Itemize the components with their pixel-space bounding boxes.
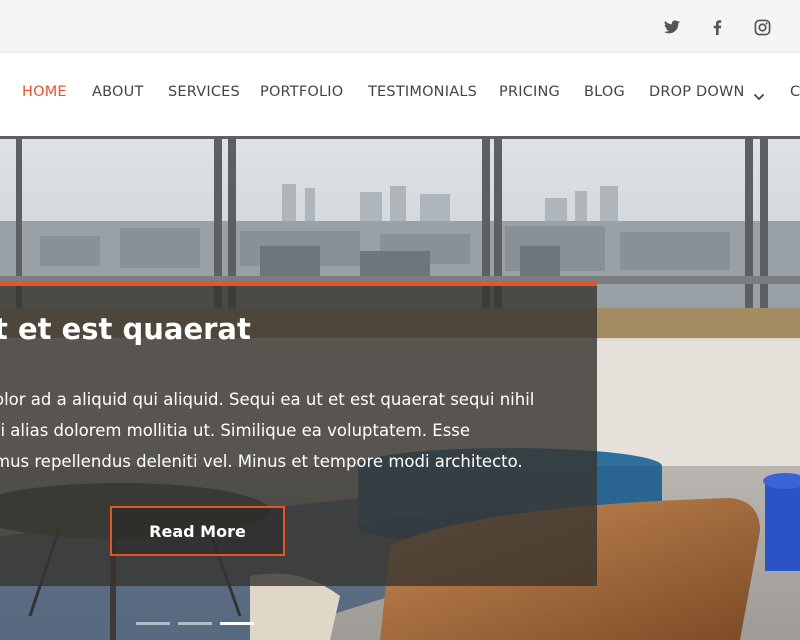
slider-dot-2[interactable] — [178, 622, 212, 625]
hero-caption-panel: t et est quaerat olor ad a aliquid qui a… — [0, 281, 597, 586]
slider-dot-3[interactable] — [220, 622, 254, 625]
nav-item-home[interactable]: HOME — [22, 84, 67, 100]
chevron-down-icon[interactable] — [753, 88, 765, 100]
nav-item-blog[interactable]: BLOG — [584, 84, 625, 100]
hero-text-line-2: ti alias dolorem mollitia ut. Similique … — [0, 421, 471, 440]
hero-text-line-1: olor ad a aliquid qui aliquid. Sequi ea … — [0, 390, 535, 409]
hero-title: t et est quaerat — [0, 312, 251, 346]
hero-slider: t et est quaerat olor ad a aliquid qui a… — [0, 136, 800, 640]
facebook-icon[interactable] — [706, 16, 728, 38]
slider-pagination — [136, 622, 254, 628]
hero-text-line-3: mus repellendus deleniti vel. Minus et t… — [0, 452, 523, 471]
nav-item-testimonials[interactable]: TESTIMONIALS — [368, 84, 477, 100]
slider-dot-1[interactable] — [136, 622, 170, 625]
instagram-icon[interactable] — [751, 16, 773, 38]
main-navigation: HOME ABOUT SERVICES PORTFOLIO TESTIMONIA… — [0, 52, 800, 136]
nav-item-drop-down[interactable]: DROP DOWN — [649, 84, 745, 100]
nav-item-contact[interactable]: C — [790, 84, 800, 100]
nav-item-about[interactable]: ABOUT — [92, 84, 144, 100]
read-more-button[interactable]: Read More — [110, 506, 285, 556]
nav-item-pricing[interactable]: PRICING — [499, 84, 560, 100]
top-social-bar — [0, 0, 800, 52]
nav-item-portfolio[interactable]: PORTFOLIO — [260, 84, 343, 100]
twitter-icon[interactable] — [661, 16, 683, 38]
nav-item-services[interactable]: SERVICES — [168, 84, 240, 100]
